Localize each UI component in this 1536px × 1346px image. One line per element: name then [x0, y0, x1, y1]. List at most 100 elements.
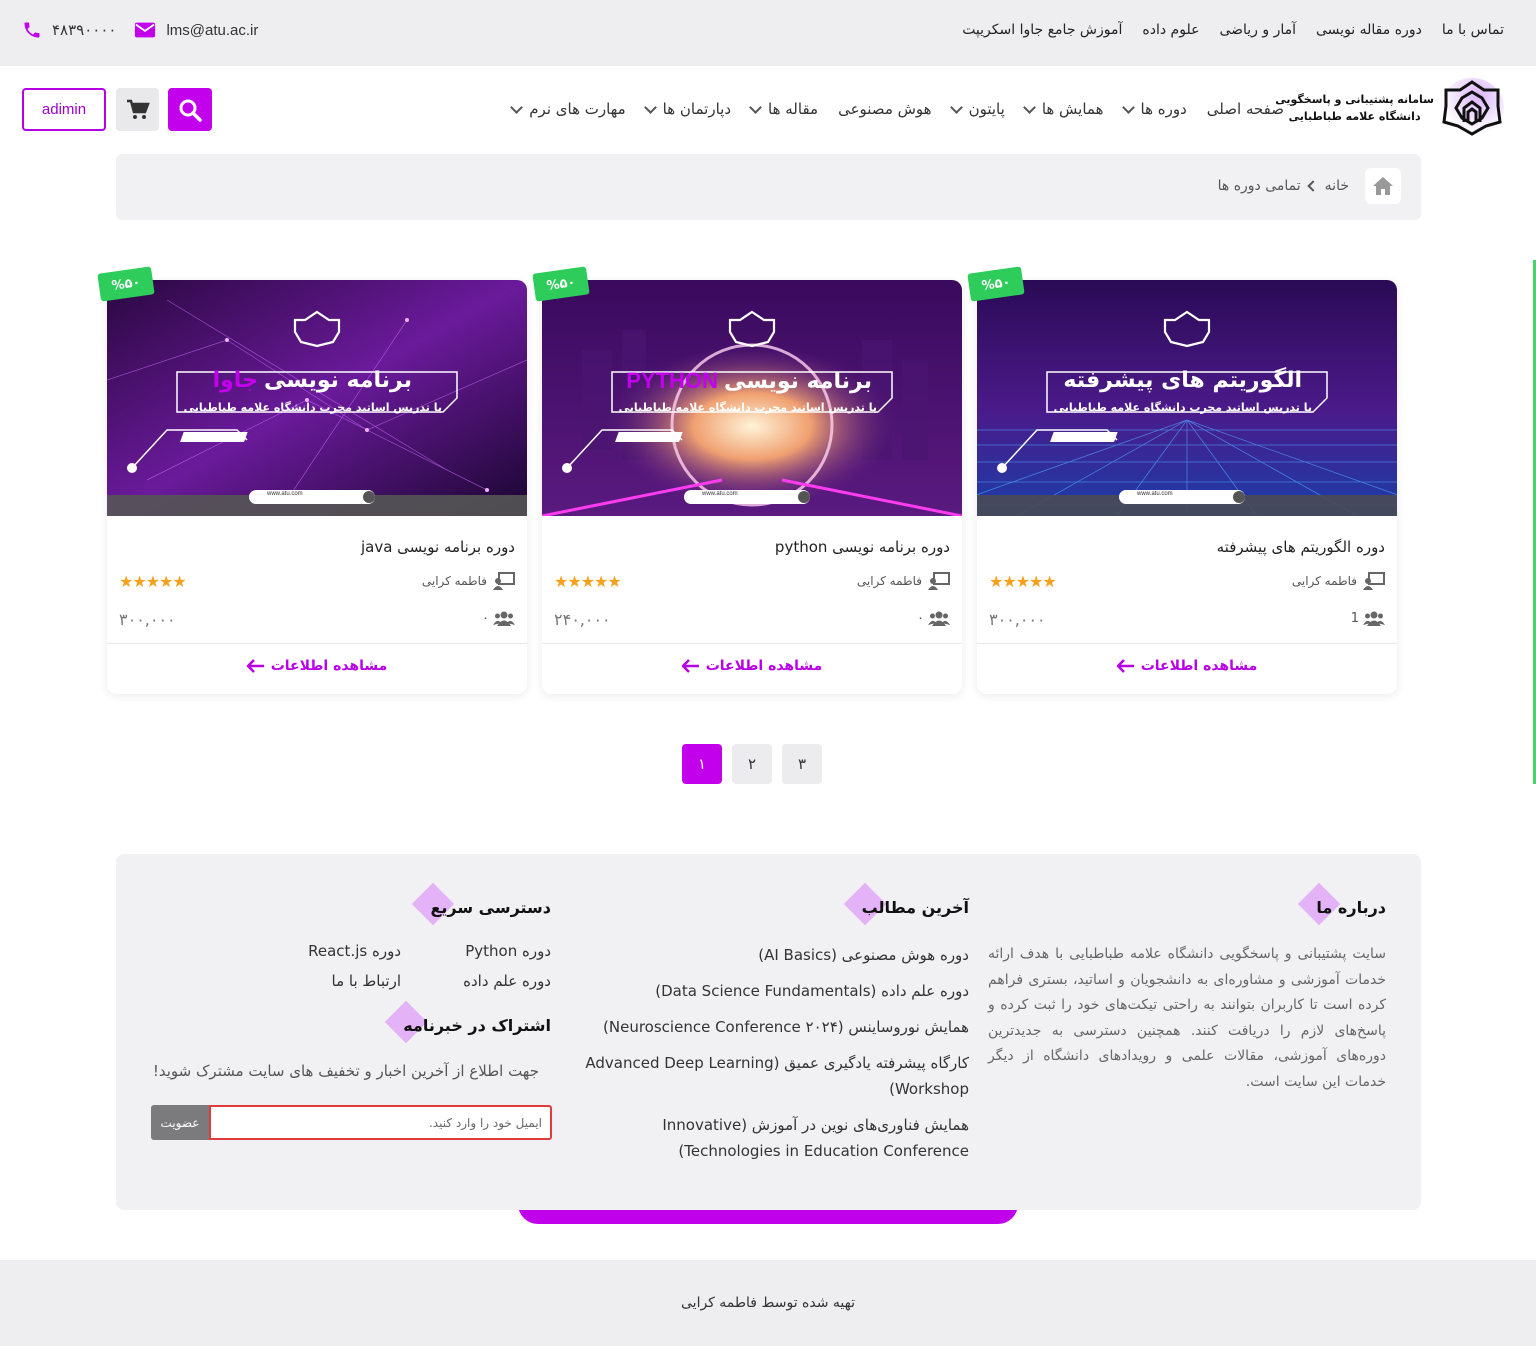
nav-conferences[interactable]: همایش ها — [1022, 100, 1104, 118]
quick-link-data-science[interactable]: دوره علم داده — [401, 972, 551, 990]
newsletter-email-input[interactable] — [209, 1105, 552, 1140]
banner-title: الگوریتم های پیشرفته — [1063, 368, 1302, 393]
latest-heading: آخرین مطالب — [843, 882, 969, 926]
chevron-down-icon — [510, 100, 524, 114]
nav-soft-skills[interactable]: مهارت های نرم — [510, 100, 626, 118]
top-nav-statistics[interactable]: آمار و ریاضی — [1219, 22, 1296, 38]
top-nav-contact[interactable]: تماس با ما — [1442, 22, 1504, 38]
banner-url: www.atu.com — [1137, 491, 1173, 497]
course-title[interactable]: دوره برنامه نویسی java — [361, 538, 515, 556]
phone-number[interactable]: ۴۸۳۹۰۰۰۰ — [52, 21, 116, 39]
chevron-left-icon — [1307, 180, 1319, 192]
top-nav-javascript[interactable]: آموزش جامع جاوا اسکریپت — [962, 22, 1122, 38]
latest-post-link[interactable]: همایش نوروساینس (Neuroscience Conference… — [579, 1014, 969, 1040]
arrow-left-icon — [246, 659, 264, 673]
course-price: ۳۰۰,۰۰۰ — [119, 610, 176, 629]
nav-python[interactable]: پایتون — [949, 100, 1005, 118]
view-details-link[interactable]: مشاهده اطلاعات — [977, 658, 1397, 674]
course-card[interactable]: %۵۰ الگوریتم های پیشرفته با تدریس اساتید… — [967, 266, 1397, 694]
footer-credit: تهیه شده توسط فاطمه کرایی — [0, 1260, 1536, 1346]
phone-icon — [22, 20, 42, 40]
course-teacher: فاطمه کرایی — [422, 572, 515, 590]
site-logo[interactable]: سامانه پشتیبانی و پاسخگویی دانشگاه علامه… — [1275, 78, 1504, 138]
course-teacher: فاطمه کرایی — [857, 572, 950, 590]
nav-home[interactable]: صفحه اصلی — [1207, 100, 1284, 118]
search-icon — [179, 99, 202, 122]
quick-links: دوره Python دوره React.js دوره علم داده … — [251, 942, 551, 990]
breadcrumb-path: خانه تمامی دوره ها — [1218, 178, 1349, 194]
users-icon — [493, 611, 515, 626]
users-icon — [928, 611, 950, 626]
nav-departments[interactable]: دپارتمان ها — [643, 100, 731, 118]
page-3-button[interactable]: ۳ — [782, 744, 822, 784]
users-icon — [1363, 611, 1385, 626]
star-icon: ★★★★★ — [554, 572, 622, 591]
latest-post-link[interactable]: همایش فناوری‌های نوین در آموزش (Innovati… — [579, 1112, 969, 1164]
quick-link-python[interactable]: دوره Python — [401, 942, 551, 960]
chevron-down-icon — [949, 100, 963, 114]
course-price: ۳۰۰,۰۰۰ — [989, 610, 1046, 629]
home-icon — [1373, 177, 1393, 195]
view-details-link[interactable]: مشاهده اطلاعات — [107, 658, 527, 674]
chevron-down-icon — [1121, 100, 1135, 114]
about-heading: درباره ما — [1298, 882, 1386, 926]
banner-title: برنامه نویسی PYTHON — [626, 368, 872, 394]
page-2-button[interactable]: ۲ — [732, 744, 772, 784]
search-button[interactable] — [168, 88, 212, 131]
card-divider — [107, 643, 527, 644]
breadcrumb-home-button[interactable] — [1365, 168, 1401, 204]
card-divider — [542, 643, 962, 644]
chevron-down-icon — [1022, 100, 1036, 114]
email-address[interactable]: lms@atu.ac.ir — [166, 22, 258, 39]
cart-button[interactable] — [116, 88, 159, 131]
main-header: سامانه پشتیبانی و پاسخگویی دانشگاه علامه… — [0, 66, 1536, 154]
user-account-button[interactable]: adimin — [22, 88, 106, 131]
arrow-left-icon — [681, 659, 699, 673]
email-icon — [134, 21, 156, 39]
main-nav: صفحه اصلی دوره ها همایش ها پایتون هوش مص… — [510, 100, 1284, 118]
nav-articles[interactable]: مقاله ها — [749, 100, 818, 118]
top-nav-data-science[interactable]: علوم داده — [1142, 22, 1199, 38]
top-nav-article-course[interactable]: دوره مقاله نویسی — [1316, 22, 1422, 38]
banner-title: برنامه نویسی جاوا — [212, 368, 412, 393]
nav-ai[interactable]: هوش مصنوعی — [838, 100, 932, 118]
course-title[interactable]: دوره برنامه نویسی python — [775, 538, 950, 556]
logo-title: سامانه پشتیبانی و پاسخگویی دانشگاه علامه… — [1275, 93, 1434, 123]
newsletter-heading: اشتراک در خبرنامه — [385, 1000, 551, 1044]
teacher-icon — [493, 572, 515, 590]
breadcrumb-home-link[interactable]: خانه — [1325, 178, 1349, 194]
quick-access-heading: دسترسی سریع — [412, 882, 551, 926]
course-banner-image[interactable]: برنامه نویسی جاوا با تدریس اساتید مجرب د… — [107, 280, 527, 516]
chevron-down-icon — [643, 100, 657, 114]
rating-stars: ★★★★★ — [554, 572, 622, 591]
subscribe-button[interactable]: عضویت — [151, 1105, 209, 1140]
banner-url: www.atu.com — [702, 491, 738, 497]
banner-url: www.atu.com — [267, 491, 303, 497]
latest-post-link[interactable]: کارگاه پیشرفته یادگیری عمیق (Advanced De… — [579, 1050, 969, 1102]
student-count: 1 — [1351, 610, 1385, 626]
page-1-button[interactable]: ۱ — [682, 744, 722, 784]
breadcrumb: خانه تمامی دوره ها — [116, 154, 1421, 220]
course-card[interactable]: %۵۰ برنامه نویسی جاوا با تدریس اساتید مج… — [97, 266, 527, 694]
cart-icon — [126, 99, 150, 119]
quick-link-react[interactable]: دوره React.js — [251, 942, 401, 960]
breadcrumb-current: تمامی دوره ها — [1217, 178, 1301, 194]
rating-stars: ★★★★★ — [989, 572, 1057, 591]
course-title[interactable]: دوره الگوریتم های پیشرفته — [1217, 538, 1385, 556]
latest-post-link[interactable]: دوره علم داده (Data Science Fundamentals… — [579, 978, 969, 1004]
card-divider — [977, 643, 1397, 644]
footer-widgets: درباره ما سایت پشتیبانی و پاسخگویی دانشگ… — [116, 854, 1421, 1210]
nav-courses[interactable]: دوره ها — [1121, 100, 1187, 118]
course-banner-image[interactable]: برنامه نویسی PYTHON با تدریس اساتید مجرب… — [542, 280, 962, 516]
pagination: ۱ ۲ ۳ — [682, 744, 822, 784]
course-banner-image[interactable]: الگوریتم های پیشرفته با تدریس اساتید مجر… — [977, 280, 1397, 516]
course-card[interactable]: %۵۰ برنامه نویسی PYTHON با تدریس اساتید … — [532, 266, 962, 694]
latest-posts-list: دوره هوش مصنوعی (AI Basics) دوره علم داد… — [579, 942, 969, 1174]
top-nav: تماس با ما دوره مقاله نویسی آمار و ریاضی… — [962, 22, 1504, 38]
latest-post-link[interactable]: دوره هوش مصنوعی (AI Basics) — [579, 942, 969, 968]
star-icon: ★★★★★ — [989, 572, 1057, 591]
course-price: ۲۴۰,۰۰۰ — [554, 610, 611, 629]
view-details-link[interactable]: مشاهده اطلاعات — [542, 658, 962, 674]
top-bar: تماس با ما دوره مقاله نویسی آمار و ریاضی… — [0, 0, 1536, 66]
quick-link-contact[interactable]: ارتباط با ما — [251, 972, 401, 990]
